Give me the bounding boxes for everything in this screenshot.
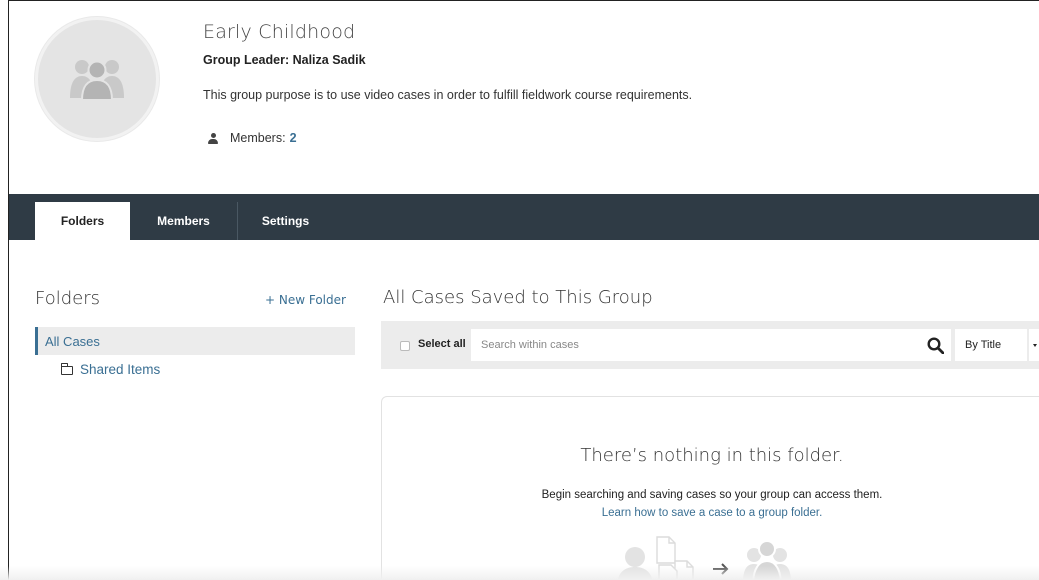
folders-heading: Folders: [35, 288, 101, 309]
group-leader: Group Leader: Naliza Sadik: [203, 53, 366, 67]
chevron-down-icon[interactable]: [1029, 329, 1039, 361]
bottom-shadow: [0, 566, 1039, 580]
empty-state-card: There’s nothing in this folder. Begin se…: [381, 396, 1039, 580]
search-input[interactable]: [471, 329, 951, 361]
group-title: Early Childhood: [203, 21, 356, 43]
empty-state-message: Begin searching and saving cases so your…: [541, 489, 883, 501]
sort-select[interactable]: By Title: [955, 329, 1027, 361]
members-label: Members:: [230, 131, 286, 145]
group-people-icon: [70, 60, 124, 100]
group-page: Early Childhood Group Leader: Naliza Sad…: [8, 0, 1039, 580]
folder-item-shared-items[interactable]: Shared Items: [60, 359, 161, 379]
tab-folders[interactable]: Folders: [35, 202, 130, 240]
group-tabbar: Folders Members Settings: [9, 194, 1039, 240]
group-purpose: This group purpose is to use video cases…: [203, 88, 693, 102]
select-all-checkbox[interactable]: [400, 341, 410, 351]
new-folder-button[interactable]: + New Folder: [265, 293, 346, 307]
person-icon: [208, 132, 218, 144]
learn-save-case-link[interactable]: Learn how to save a case to a group fold…: [382, 507, 1039, 519]
empty-state-title: There’s nothing in this folder.: [580, 445, 844, 466]
folder-item-all-cases[interactable]: All Cases: [35, 327, 355, 355]
members-summary: Members: 2: [208, 131, 297, 145]
folder-icon: [60, 362, 73, 375]
select-all-label[interactable]: Select all: [418, 338, 466, 350]
cases-heading: All Cases Saved to This Group: [383, 287, 653, 308]
tab-members[interactable]: Members: [130, 202, 237, 240]
search-icon[interactable]: [927, 337, 944, 354]
folder-item-label: Shared Items: [80, 361, 161, 377]
group-avatar: [35, 17, 159, 141]
cases-toolbar: Select all By Title: [381, 321, 1039, 369]
members-count-link[interactable]: 2: [290, 131, 297, 145]
tab-settings[interactable]: Settings: [238, 202, 333, 240]
